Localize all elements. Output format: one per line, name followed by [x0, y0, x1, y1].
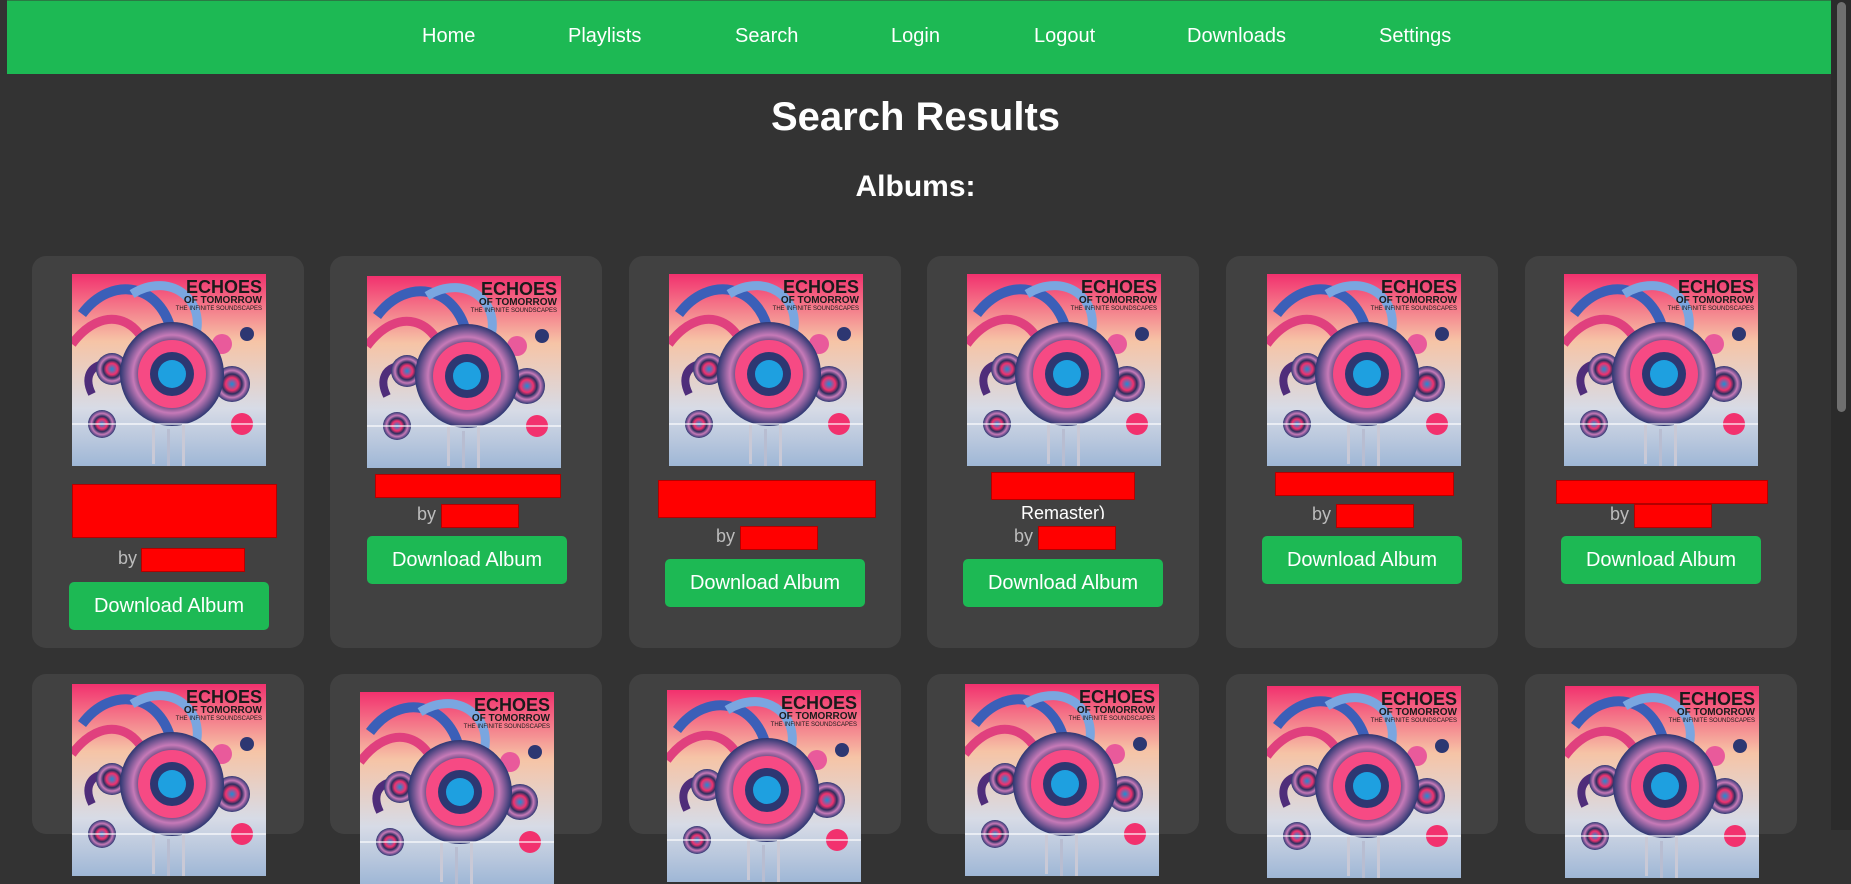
album-cover[interactable]: ECHOES OF TOMORROW THE INFINITE SOUNDSCA… — [72, 274, 266, 466]
download-album-button[interactable]: Download Album — [1262, 536, 1462, 584]
by-label: by — [118, 548, 138, 568]
album-card: ECHOES OF TOMORROW THE INFINITE SOUNDSCA… — [927, 256, 1199, 648]
album-card: ECHOES OF TOMORROW THE INFINITE SOUNDSCA… — [330, 256, 602, 648]
download-album-button[interactable]: Download Album — [367, 536, 567, 584]
cover-text: ECHOES OF TOMORROW THE INFINITE SOUNDSCA… — [470, 279, 557, 314]
redacted-artist — [441, 504, 519, 528]
download-album-button[interactable]: Download Album — [1561, 536, 1761, 584]
redacted-artist — [1038, 526, 1116, 550]
album-card: ECHOES OF TOMORROW THE INFINITE SOUNDSCA… — [32, 674, 304, 834]
page-scrollbar[interactable] — [1831, 0, 1851, 830]
album-cover[interactable]: ECHOES OF TOMORROW THE INFINITE SOUNDSCA… — [72, 684, 266, 876]
redacted-artist — [1634, 504, 1712, 528]
album-cover[interactable]: ECHOES OF TOMORROW THE INFINITE SOUNDSCA… — [367, 276, 561, 468]
nav-login[interactable]: Login — [891, 25, 940, 48]
album-cover[interactable]: ECHOES OF TOMORROW THE INFINITE SOUNDSCA… — [1267, 686, 1461, 878]
album-cover[interactable]: ECHOES OF TOMORROW THE INFINITE SOUNDSCA… — [1565, 686, 1759, 878]
album-cover[interactable]: ECHOES OF TOMORROW THE INFINITE SOUNDSCA… — [1564, 274, 1758, 466]
by-label: by — [417, 504, 437, 524]
album-card: ECHOES OF TOMORROW THE INFINITE SOUNDSCA… — [32, 256, 304, 648]
nav-search[interactable]: Search — [735, 25, 798, 48]
cover-text: ECHOES OF TOMORROW THE INFINITE SOUNDSCA… — [772, 277, 859, 312]
redacted-artist — [1336, 504, 1414, 528]
cover-text: ECHOES OF TOMORROW THE INFINITE SOUNDSCA… — [175, 277, 262, 312]
redacted-artist — [141, 548, 245, 572]
by-label: by — [1312, 504, 1332, 524]
album-card: ECHOES OF TOMORROW THE INFINITE SOUNDSCA… — [629, 256, 901, 648]
album-cover[interactable]: ECHOES OF TOMORROW THE INFINITE SOUNDSCA… — [669, 274, 863, 466]
nav-playlists[interactable]: Playlists — [568, 25, 641, 48]
download-album-button[interactable]: Download Album — [665, 559, 865, 607]
redacted-artist — [740, 526, 818, 550]
albums-heading: Albums: — [855, 170, 976, 203]
nav-home[interactable]: Home — [422, 25, 475, 48]
album-card: ECHOES OF TOMORROW THE INFINITE SOUNDSCA… — [330, 674, 602, 834]
cover-text: ECHOES OF TOMORROW THE INFINITE SOUNDSCA… — [1668, 689, 1755, 724]
cover-text: ECHOES OF TOMORROW THE INFINITE SOUNDSCA… — [1070, 277, 1157, 312]
cover-text: ECHOES OF TOMORROW THE INFINITE SOUNDSCA… — [175, 687, 262, 722]
cover-text: ECHOES OF TOMORROW THE INFINITE SOUNDSCA… — [770, 693, 857, 728]
page-title: Search Results — [770, 95, 1061, 139]
by-label: by — [1014, 526, 1034, 546]
nav-settings[interactable]: Settings — [1379, 25, 1451, 48]
nav-logout[interactable]: Logout — [1034, 25, 1095, 48]
redacted-album-title — [72, 484, 277, 538]
scrollbar-thumb[interactable] — [1837, 2, 1846, 412]
redacted-album-title — [1556, 480, 1768, 504]
album-cover[interactable]: ECHOES OF TOMORROW THE INFINITE SOUNDSCA… — [360, 692, 554, 884]
download-album-button[interactable]: Download Album — [963, 559, 1163, 607]
nav-downloads[interactable]: Downloads — [1187, 25, 1286, 48]
top-nav: Home Playlists Search Login Logout Downl… — [7, 0, 1831, 74]
redacted-album-title — [658, 480, 876, 518]
album-card: ECHOES OF TOMORROW THE INFINITE SOUNDSCA… — [1525, 256, 1797, 648]
redacted-album-title — [1275, 472, 1454, 496]
by-label: by — [716, 526, 736, 546]
redacted-album-title — [991, 472, 1135, 500]
album-cover[interactable]: ECHOES OF TOMORROW THE INFINITE SOUNDSCA… — [967, 274, 1161, 466]
download-album-button[interactable]: Download Album — [69, 582, 269, 630]
cover-text: ECHOES OF TOMORROW THE INFINITE SOUNDSCA… — [463, 695, 550, 730]
cover-text: ECHOES OF TOMORROW THE INFINITE SOUNDSCA… — [1370, 689, 1457, 724]
album-cover[interactable]: ECHOES OF TOMORROW THE INFINITE SOUNDSCA… — [965, 684, 1159, 876]
album-card: ECHOES OF TOMORROW THE INFINITE SOUNDSCA… — [1226, 674, 1498, 834]
redacted-album-title — [375, 474, 561, 498]
album-card: ECHOES OF TOMORROW THE INFINITE SOUNDSCA… — [629, 674, 901, 834]
album-card: ECHOES OF TOMORROW THE INFINITE SOUNDSCA… — [1525, 674, 1797, 834]
cover-text: ECHOES OF TOMORROW THE INFINITE SOUNDSCA… — [1370, 277, 1457, 312]
cover-text: ECHOES OF TOMORROW THE INFINITE SOUNDSCA… — [1068, 687, 1155, 722]
by-label: by — [1610, 504, 1630, 524]
album-card: ECHOES OF TOMORROW THE INFINITE SOUNDSCA… — [1226, 256, 1498, 648]
album-cover[interactable]: ECHOES OF TOMORROW THE INFINITE SOUNDSCA… — [1267, 274, 1461, 466]
album-cover[interactable]: ECHOES OF TOMORROW THE INFINITE SOUNDSCA… — [667, 690, 861, 882]
album-title-fragment: Remaster) — [1020, 503, 1105, 519]
album-card: ECHOES OF TOMORROW THE INFINITE SOUNDSCA… — [927, 674, 1199, 834]
cover-text: ECHOES OF TOMORROW THE INFINITE SOUNDSCA… — [1667, 277, 1754, 312]
